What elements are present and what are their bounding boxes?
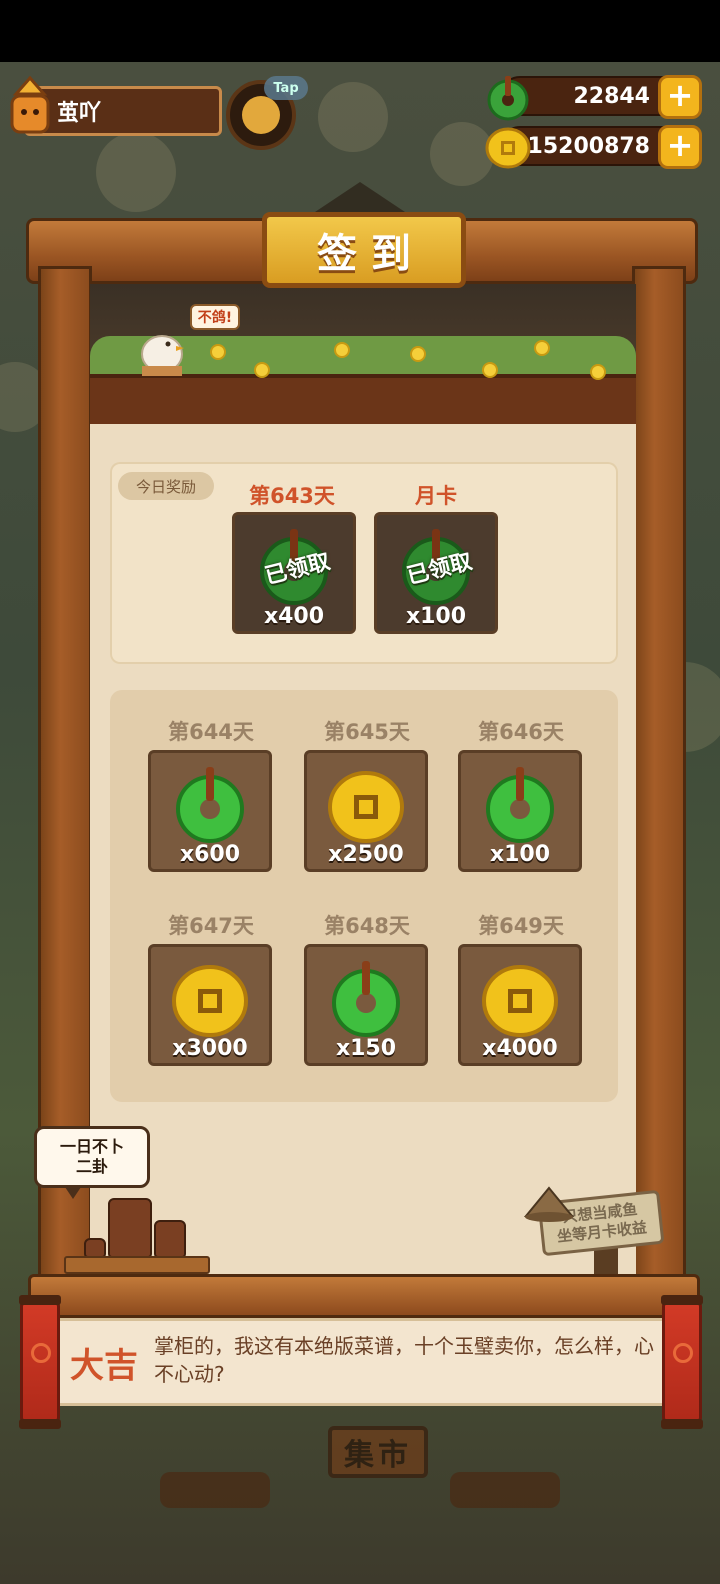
chicken-icon	[141, 335, 184, 376]
jade-amount: 22844	[573, 83, 650, 109]
bottom-nav-button[interactable]	[450, 1472, 560, 1508]
reward-amount: x2500	[328, 842, 404, 867]
coin-amount: 15200878	[527, 133, 650, 159]
board-bottom-beam	[28, 1274, 700, 1318]
day-label: 第649天	[478, 914, 564, 938]
month-card-reward-tile[interactable]: 已领取 x100	[374, 512, 498, 634]
jade-counter: 22844 +	[487, 75, 702, 121]
coin-icon	[485, 127, 531, 169]
reward-amount: x100	[489, 842, 551, 867]
day-reward-tile[interactable]: x150	[304, 944, 428, 1066]
reward-amount: x150	[335, 1036, 397, 1061]
coin-icon	[172, 965, 248, 1037]
fortune-result: 大吉	[70, 1345, 138, 1386]
bottom-nav-button[interactable]	[160, 1472, 270, 1508]
reward-amount: x400	[263, 604, 325, 629]
day-reward-tile[interactable]: x2500	[304, 750, 428, 872]
jar-icon	[84, 1238, 106, 1258]
jade-icon	[332, 961, 400, 1037]
jar-icon	[108, 1198, 152, 1258]
today-reward-chip: 今日奖励	[118, 472, 214, 500]
jade-icon	[487, 76, 529, 121]
day-reward-tile[interactable]: x3000	[148, 944, 272, 1066]
coin-icon	[482, 965, 558, 1037]
board-right-post	[632, 266, 686, 1306]
day-label: 第646天	[478, 720, 564, 744]
jade-icon	[176, 767, 244, 843]
fortune-message: 掌柜的，我这有本绝版菜谱，十个玉璧卖你，怎么样，心不心动?	[154, 1334, 654, 1386]
day-label: 第648天	[324, 914, 410, 938]
tap-badge: Tap	[264, 76, 308, 100]
month-card-label: 月卡	[415, 484, 457, 508]
jar-icon	[154, 1220, 186, 1258]
fortune-speech-text: 一日不卜 二卦	[59, 1137, 124, 1176]
day-reward-tile[interactable]: x100	[458, 750, 582, 872]
reward-amount: x4000	[482, 1036, 558, 1061]
day-label: 第647天	[168, 914, 254, 938]
shelf	[64, 1256, 210, 1274]
today-day-label: 第643天	[249, 484, 335, 508]
coin-counter: 15200878 +	[485, 125, 702, 169]
jade-icon	[486, 767, 554, 843]
day-reward-tile[interactable]: x4000	[458, 944, 582, 1066]
day-label: 第644天	[168, 720, 254, 744]
market-sign[interactable]: 集市	[328, 1426, 428, 1478]
coin-icon	[328, 771, 404, 843]
add-jade-button[interactable]: +	[658, 75, 702, 119]
reward-amount: x600	[179, 842, 241, 867]
player-avatar[interactable]	[4, 75, 56, 138]
day-reward-tile[interactable]: x600	[148, 750, 272, 872]
player-name: 茧吖	[57, 101, 102, 126]
duck-face-icon	[242, 96, 280, 134]
scroll-end-left	[19, 1295, 61, 1429]
shopkeeper-avatar-icon	[10, 75, 50, 134]
straw-hat-icon	[524, 1186, 574, 1222]
chicken-speech-bubble: 不鸽!	[190, 304, 240, 330]
today-reward-tile[interactable]: 已领取 x400	[232, 512, 356, 634]
day-label: 第645天	[324, 720, 410, 744]
scroll-end-right	[661, 1295, 703, 1429]
add-coin-button[interactable]: +	[658, 125, 702, 169]
reward-amount: x100	[405, 604, 467, 629]
fortune-speech-bubble: 一日不卜 二卦	[34, 1126, 150, 1199]
reward-amount: x3000	[172, 1036, 248, 1061]
page-title: 签到	[262, 212, 466, 288]
